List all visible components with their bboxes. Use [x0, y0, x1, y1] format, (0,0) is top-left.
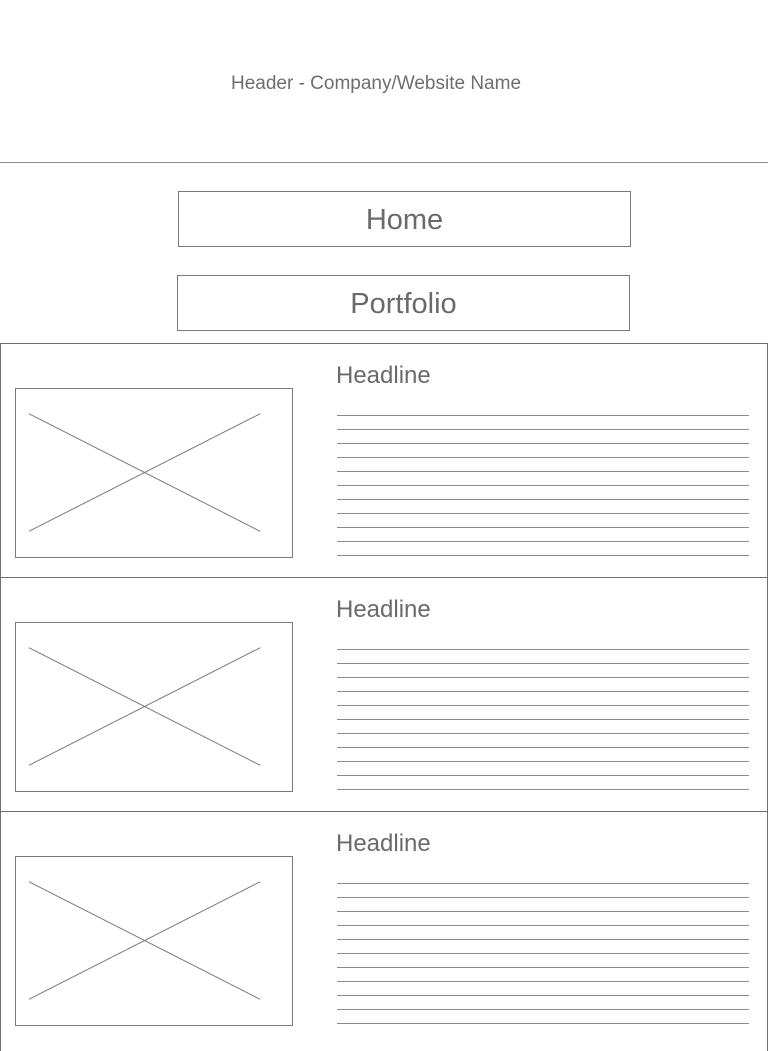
text-line: [337, 415, 749, 416]
image-placeholder: [15, 388, 293, 558]
text-line: [337, 897, 749, 898]
content-card: Headline: [0, 343, 768, 578]
text-line: [337, 719, 749, 720]
card-headline: Headline: [336, 596, 431, 623]
site-title: Header - Company/Website Name: [230, 73, 522, 94]
image-placeholder-icon: [28, 413, 261, 532]
image-placeholder: [15, 622, 293, 792]
text-line: [337, 691, 749, 692]
text-line: [337, 663, 749, 664]
text-line: [337, 789, 749, 790]
text-placeholder-lines: [337, 415, 749, 569]
text-line: [337, 911, 749, 912]
text-line: [337, 775, 749, 776]
text-line: [337, 499, 749, 500]
image-placeholder: [15, 856, 293, 1026]
site-header: Header - Company/Website Name: [0, 0, 768, 163]
text-line: [337, 995, 749, 996]
text-line: [337, 747, 749, 748]
text-line: [337, 733, 749, 734]
text-line: [337, 513, 749, 514]
text-line: [337, 541, 749, 542]
text-placeholder-lines: [337, 883, 749, 1037]
nav-portfolio-button[interactable]: Portfolio: [177, 275, 630, 331]
text-line: [337, 953, 749, 954]
text-line: [337, 925, 749, 926]
text-line: [337, 527, 749, 528]
text-line: [337, 471, 749, 472]
text-placeholder-lines: [337, 649, 749, 803]
text-line: [337, 967, 749, 968]
image-placeholder-icon: [28, 647, 261, 766]
text-line: [337, 705, 749, 706]
text-line: [337, 443, 749, 444]
content-card: Headline: [0, 811, 768, 1051]
nav-home-button[interactable]: Home: [178, 191, 631, 247]
text-line: [337, 457, 749, 458]
text-line: [337, 761, 749, 762]
card-headline: Headline: [336, 830, 431, 857]
image-placeholder-icon: [28, 881, 261, 1000]
text-line: [337, 429, 749, 430]
text-line: [337, 1009, 749, 1010]
content-card: Headline: [0, 577, 768, 812]
text-line: [337, 677, 749, 678]
text-line: [337, 883, 749, 884]
text-line: [337, 939, 749, 940]
card-headline: Headline: [336, 362, 431, 389]
text-line: [337, 485, 749, 486]
text-line: [337, 981, 749, 982]
text-line: [337, 649, 749, 650]
text-line: [337, 555, 749, 556]
